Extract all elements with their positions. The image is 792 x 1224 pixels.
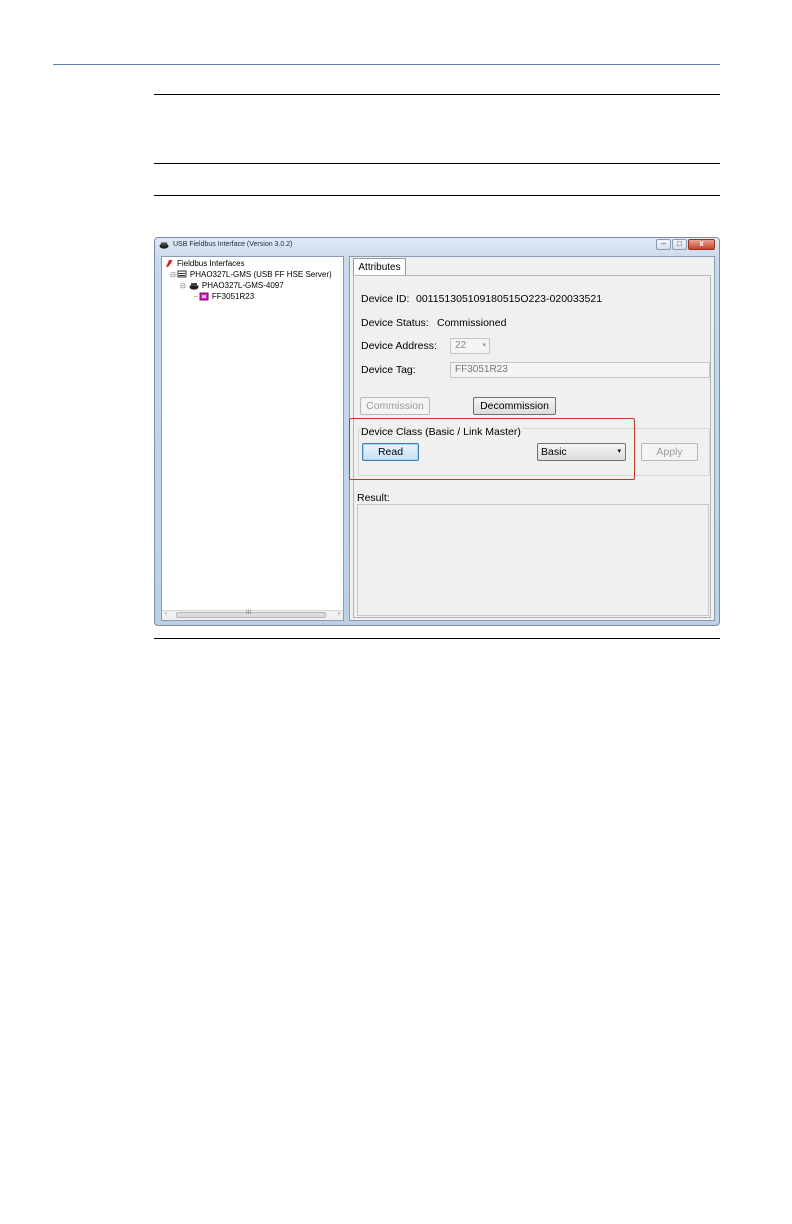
tree-connector: ⊟ bbox=[180, 282, 186, 290]
separator-rule-4 bbox=[154, 638, 720, 639]
maximize-button[interactable]: □ bbox=[672, 239, 687, 250]
network-icon bbox=[189, 282, 199, 290]
device-id-label: Device ID: bbox=[361, 293, 410, 305]
device-tag-label: Device Tag: bbox=[361, 364, 416, 376]
fieldbus-root-icon bbox=[166, 260, 173, 267]
scrollbar-grip-icon: III bbox=[246, 610, 252, 616]
chevron-down-icon: ▾ bbox=[482, 342, 486, 349]
tree-item-server[interactable]: ⊟ PHAO327L-GMS (USB FF HSE Server) bbox=[170, 270, 332, 279]
tree-item-fieldbus-interfaces[interactable]: Fieldbus Interfaces bbox=[165, 259, 245, 268]
separator-rule-1 bbox=[154, 94, 720, 95]
scroll-left-icon[interactable]: ‹ bbox=[165, 611, 167, 617]
apply-button[interactable]: Apply bbox=[641, 443, 698, 461]
device-status-label: Device Status: bbox=[361, 317, 429, 329]
device-address-select[interactable]: 22 ▾ bbox=[450, 338, 490, 354]
scroll-right-icon[interactable]: › bbox=[338, 611, 340, 617]
tree-horizontal-scrollbar[interactable]: ‹ III › bbox=[162, 610, 343, 620]
device-class-highlight-box bbox=[349, 418, 635, 480]
tree-connector: – bbox=[194, 293, 198, 300]
separator-rule-3 bbox=[154, 195, 720, 196]
window-title: USB Fieldbus Interface (Version 3.0.2) bbox=[173, 241, 293, 248]
device-tree[interactable]: Fieldbus Interfaces ⊟ PHAO327L-GMS (USB … bbox=[161, 256, 344, 621]
tree-item-network[interactable]: ⊟ PHAO327L-GMS-4097 bbox=[180, 281, 284, 290]
device-tag-field[interactable]: FF3051R23 bbox=[450, 362, 710, 378]
tree-item-device[interactable]: – FF3051R23 bbox=[194, 292, 254, 301]
app-icon bbox=[159, 242, 169, 249]
device-address-label: Device Address: bbox=[361, 340, 437, 352]
decommission-button[interactable]: Decommission bbox=[473, 397, 556, 415]
title-bar[interactable]: USB Fieldbus Interface (Version 3.0.2) –… bbox=[155, 238, 719, 254]
commission-button[interactable]: Commission bbox=[360, 397, 430, 415]
tab-attributes[interactable]: Attributes bbox=[353, 258, 406, 276]
device-status-value: Commissioned bbox=[437, 317, 507, 329]
device-id-value: 001151305109180515O223-020033521 bbox=[416, 293, 603, 305]
result-label: Result: bbox=[357, 492, 390, 504]
separator-rule-2 bbox=[154, 163, 720, 164]
result-output[interactable] bbox=[357, 504, 709, 616]
header-rule bbox=[53, 64, 720, 65]
device-icon bbox=[199, 292, 209, 301]
close-button[interactable]: x bbox=[688, 239, 715, 250]
tree-connector: ⊟ bbox=[170, 271, 176, 279]
minimize-button[interactable]: – bbox=[656, 239, 671, 250]
server-icon bbox=[177, 270, 187, 278]
